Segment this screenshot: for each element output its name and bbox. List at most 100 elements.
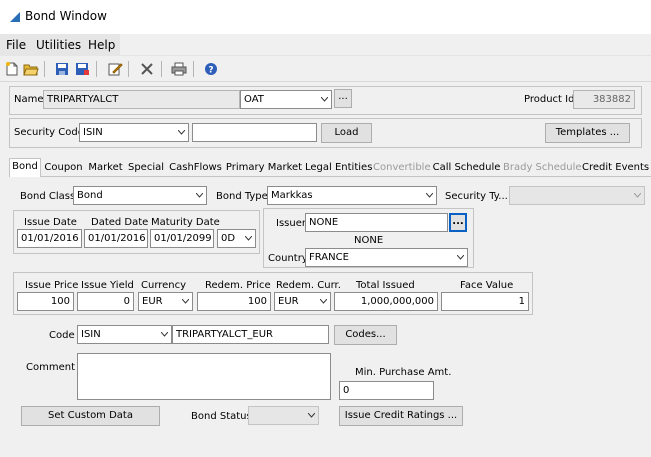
toolbar-separator: [96, 61, 97, 77]
min-purchase-label: Min. Purchase Amt.: [355, 367, 452, 378]
toolbar-separator: [193, 61, 194, 77]
tab-primary-market[interactable]: Primary Market: [225, 160, 303, 177]
codes-button[interactable]: Codes...: [334, 325, 397, 345]
comment-textarea[interactable]: [77, 353, 331, 400]
toolbar: ?: [0, 57, 651, 82]
issue-credit-ratings-button[interactable]: Issue Credit Ratings ...: [339, 406, 463, 426]
chevron-down-icon: [320, 299, 327, 304]
tab-coupon[interactable]: Coupon: [43, 160, 84, 177]
bond-class-value: Bond: [77, 190, 103, 201]
issuer-field[interactable]: NONE: [305, 213, 448, 232]
issue-price-field[interactable]: 100: [17, 292, 74, 311]
print-icon[interactable]: [171, 61, 187, 77]
edit-icon[interactable]: [107, 61, 123, 77]
name-label: Name: [14, 94, 44, 105]
bond-class-combo[interactable]: Bond: [73, 186, 207, 205]
total-issued-field[interactable]: 1,000,000,000: [334, 292, 438, 311]
tab-cashflows[interactable]: CashFlows: [168, 160, 223, 177]
name-field[interactable]: TRIPARTYALCT: [43, 90, 240, 109]
chevron-down-icon: [634, 193, 641, 198]
tenor-combo[interactable]: 0D: [217, 229, 256, 248]
security-code-label: Security Code: [14, 127, 84, 138]
delete-icon[interactable]: [139, 61, 155, 77]
name-type-value: OAT: [244, 94, 264, 105]
help-icon[interactable]: ?: [203, 61, 219, 77]
save-icon[interactable]: [54, 61, 70, 77]
name-type-combo[interactable]: OAT: [240, 90, 332, 109]
issuer-description: NONE: [354, 235, 384, 246]
dated-date-field[interactable]: 01/01/2016: [84, 229, 148, 248]
menu-help[interactable]: Help: [88, 38, 115, 52]
issue-yield-field[interactable]: 0: [77, 292, 134, 311]
comment-label: Comment: [26, 362, 75, 373]
maturity-date-field[interactable]: 01/01/2099: [150, 229, 214, 248]
maturity-date-label: Maturity Date: [151, 217, 220, 228]
currency-combo[interactable]: EUR: [138, 292, 193, 311]
tab-bond[interactable]: Bond: [9, 158, 41, 177]
toolbar-separator: [44, 61, 45, 77]
product-id-label: Product Id: [524, 94, 575, 105]
security-type-combo: [509, 186, 645, 205]
issue-date-label: Issue Date: [24, 217, 77, 228]
tenor-value: 0D: [221, 233, 236, 244]
bond-status-label: Bond Status: [191, 411, 252, 422]
name-browse-button[interactable]: ...: [334, 89, 352, 108]
new-icon[interactable]: [4, 61, 20, 77]
load-button[interactable]: Load: [321, 123, 372, 143]
issue-price-label: Issue Price: [25, 280, 79, 291]
total-issued-label: Total Issued: [356, 280, 415, 291]
security-code-type-combo[interactable]: ISIN: [79, 123, 189, 142]
chevron-down-icon: [196, 193, 203, 198]
toolbar-separator: [128, 61, 129, 77]
redemption-price-field[interactable]: 100: [197, 292, 271, 311]
code-type-combo[interactable]: ISIN: [77, 325, 172, 344]
bond-type-label: Bond Type: [216, 191, 268, 202]
tab-legal-entities[interactable]: Legal Entities: [305, 160, 372, 177]
chevron-down-icon: [457, 255, 464, 260]
redemption-currency-combo[interactable]: EUR: [274, 292, 331, 311]
redemption-price-label: Redem. Price: [205, 280, 271, 291]
code-type-value: ISIN: [81, 329, 101, 340]
bond-class-label: Bond Class: [20, 191, 76, 202]
open-icon[interactable]: [23, 61, 39, 77]
bond-type-combo[interactable]: Markkas: [267, 186, 437, 205]
bond-type-value: Markkas: [271, 190, 313, 201]
issuer-browse-button[interactable]: ...: [449, 213, 467, 232]
security-type-label: Security Ty...: [445, 191, 508, 202]
face-value-label: Face Value: [460, 280, 514, 291]
country-value: FRANCE: [309, 252, 349, 263]
code-value-field[interactable]: TRIPARTYALCT_EUR: [172, 325, 329, 344]
tab-market[interactable]: Market: [86, 160, 125, 177]
save-as-icon[interactable]: [74, 61, 90, 77]
tab-brady-schedule: Brady Schedule: [503, 162, 582, 173]
currency-value: EUR: [142, 296, 163, 307]
redemption-currency-label: Redem. Curr.: [276, 280, 341, 291]
issue-yield-label: Issue Yield: [81, 280, 134, 291]
window-title: Bond Window: [25, 9, 107, 23]
toolbar-separator: [161, 61, 162, 77]
tab-call-schedule[interactable]: Call Schedule: [432, 160, 501, 177]
tab-special[interactable]: Special: [127, 160, 165, 177]
set-custom-data-button[interactable]: Set Custom Data: [21, 406, 160, 426]
templates-button[interactable]: Templates ...: [545, 123, 630, 143]
tab-credit-events[interactable]: Credit Events: [582, 160, 649, 177]
title-bar: Bond Window: [0, 0, 651, 34]
country-combo[interactable]: FRANCE: [305, 248, 468, 267]
face-value-field[interactable]: 1: [441, 292, 529, 311]
dated-date-label: Dated Date: [91, 217, 149, 228]
menu-utilities[interactable]: Utilities: [36, 38, 81, 52]
min-purchase-field[interactable]: 0: [339, 381, 434, 400]
menu-file[interactable]: File: [6, 38, 26, 52]
chevron-down-icon: [426, 193, 433, 198]
chevron-down-icon: [161, 332, 168, 337]
app-icon: [10, 12, 20, 22]
issuer-label: Issuer: [276, 218, 306, 229]
chevron-down-icon: [245, 236, 252, 241]
currency-label: Currency: [141, 280, 187, 291]
security-code-input[interactable]: [192, 123, 317, 142]
bond-status-combo[interactable]: [248, 406, 319, 425]
chevron-down-icon: [182, 299, 189, 304]
chevron-down-icon: [308, 413, 315, 418]
tab-convertible: Convertible: [373, 162, 431, 173]
issue-date-field[interactable]: 01/01/2016: [17, 229, 82, 248]
